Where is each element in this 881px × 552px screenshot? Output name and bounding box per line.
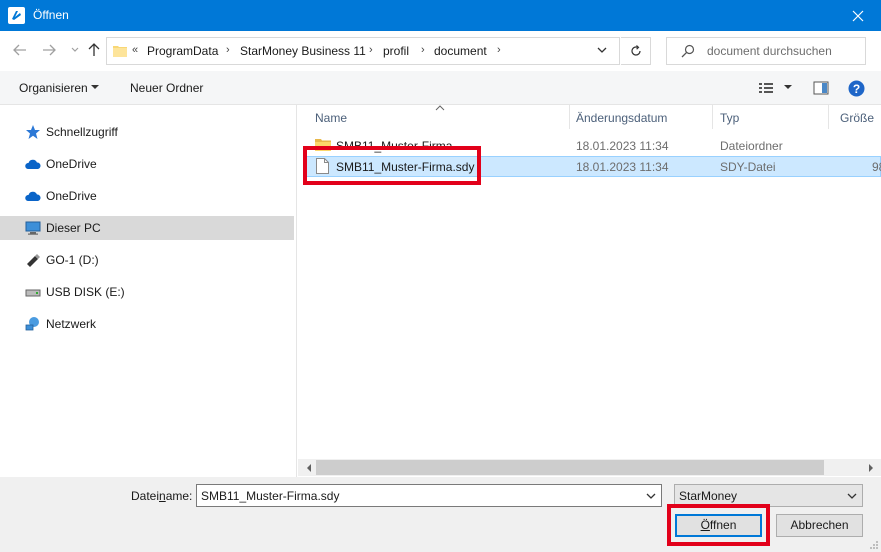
sidebar-item-label: OneDrive (46, 189, 97, 203)
sidebar-item-network[interactable]: Netzwerk (0, 312, 294, 336)
caret-left-icon (306, 463, 311, 472)
refresh-icon (630, 45, 641, 56)
folder-icon (113, 46, 127, 57)
column-header-type[interactable]: Typ (720, 105, 828, 129)
filename-label-accesskey: n (159, 489, 166, 503)
column-divider[interactable] (569, 105, 570, 129)
cloud-icon (25, 159, 41, 169)
recent-locations-button[interactable] (66, 41, 84, 59)
filename-label-text: Datei (131, 489, 160, 503)
breadcrumb-separator[interactable]: › (226, 44, 230, 56)
breadcrumb-separator[interactable]: › (369, 44, 373, 56)
sidebar-item-this-pc[interactable]: Dieser PC (0, 216, 294, 240)
filetype-value: StarMoney (679, 489, 738, 503)
scroll-thumb[interactable] (316, 460, 824, 475)
column-divider[interactable] (828, 105, 829, 129)
window-title: Öffnen (33, 8, 69, 22)
sidebar-item-label: Netzwerk (46, 317, 97, 331)
arrow-left-icon (13, 44, 26, 56)
view-options-icon[interactable] (758, 80, 774, 96)
organize-caret-icon[interactable] (91, 85, 99, 89)
column-divider[interactable] (712, 105, 713, 129)
column-header-label: Typ (720, 111, 740, 125)
breadcrumb-item[interactable]: document (434, 44, 487, 58)
resize-grip-icon[interactable] (869, 540, 879, 550)
back-button[interactable] (11, 41, 29, 59)
column-header-label: Änderungsdatum (576, 111, 668, 125)
filename-label: Dateiname: (131, 489, 192, 503)
sidebar-item-onedrive-2[interactable]: OneDrive (0, 184, 294, 208)
scroll-left-button[interactable] (300, 459, 317, 476)
breadcrumb-separator[interactable]: › (421, 44, 425, 56)
file-list: Name Änderungsdatum Typ Größe SMB11_Must… (298, 105, 881, 477)
app-logo-icon (8, 7, 25, 24)
scroll-right-button[interactable] (862, 459, 879, 476)
star-icon (26, 125, 40, 139)
breadcrumb-separator[interactable]: › (497, 44, 501, 56)
computer-icon (25, 221, 41, 235)
file-size: 98 (872, 160, 881, 174)
caret-right-icon (868, 463, 873, 472)
file-date: 18.01.2023 11:34 (576, 139, 669, 153)
column-header-name[interactable]: Name (315, 105, 569, 129)
new-folder-button[interactable]: Neuer Ordner (130, 81, 203, 95)
refresh-button[interactable] (621, 37, 651, 65)
chevron-down-icon (847, 493, 857, 499)
arrow-up-icon (88, 43, 100, 56)
file-type: SDY-Datei (720, 160, 776, 174)
sidebar-item-usb-disk[interactable]: USB DISK (E:) (0, 280, 294, 304)
sidebar-item-quick-access[interactable]: Schnellzugriff (0, 120, 294, 144)
column-header-date[interactable]: Änderungsdatum (576, 105, 712, 129)
arrow-right-icon (43, 44, 56, 56)
search-box[interactable]: document durchsuchen (666, 37, 866, 65)
chevron-down-icon[interactable] (597, 47, 607, 54)
sidebar-item-label: USB DISK (E:) (46, 285, 125, 299)
command-bar: Organisieren Neuer Ordner ? (0, 71, 881, 105)
preview-pane-icon[interactable] (813, 80, 829, 96)
filename-value: SMB11_Muster-Firma.sdy (201, 489, 340, 503)
breadcrumb-item[interactable]: StarMoney Business 11 (240, 44, 366, 58)
file-date: 18.01.2023 11:34 (576, 160, 669, 174)
address-bar[interactable]: « ProgramData › StarMoney Business 11 › … (106, 37, 620, 65)
chevron-down-icon[interactable] (646, 493, 656, 500)
usb-drive-icon (27, 254, 40, 267)
close-button[interactable] (835, 0, 881, 31)
chevron-down-icon (71, 47, 79, 52)
highlight-annotation-open (667, 504, 770, 546)
close-icon (852, 10, 864, 21)
forward-button[interactable] (40, 41, 58, 59)
network-icon (25, 317, 39, 331)
sidebar-item-go1-drive[interactable]: GO-1 (D:) (0, 248, 294, 272)
help-icon[interactable]: ? (848, 80, 865, 97)
breadcrumb-overflow[interactable]: « (132, 44, 138, 56)
view-options-caret-icon[interactable] (784, 85, 792, 89)
breadcrumb-item[interactable]: profil (383, 44, 409, 58)
filename-label-text: ame: (165, 489, 193, 503)
column-header-label: Name (315, 111, 348, 125)
highlight-annotation-file (303, 146, 481, 185)
removable-drive-icon (25, 289, 41, 297)
sidebar-item-label: Dieser PC (46, 221, 101, 235)
organize-button[interactable]: Organisieren (19, 81, 88, 95)
sidebar-item-label: Schnellzugriff (46, 125, 118, 139)
sidebar-item-onedrive[interactable]: OneDrive (0, 152, 294, 176)
search-icon (681, 44, 695, 58)
column-header-label: Größe (840, 111, 875, 125)
search-placeholder: document durchsuchen (707, 44, 832, 58)
svg-text:?: ? (853, 82, 860, 96)
navigation-pane: Schnellzugriff OneDrive OneDrive Dieser … (0, 105, 297, 477)
dialog-footer: Dateiname: SMB11_Muster-Firma.sdy StarMo… (0, 477, 881, 552)
cloud-icon (25, 191, 41, 201)
title-bar: Öffnen (0, 0, 881, 31)
file-type: Dateiordner (720, 139, 783, 153)
breadcrumb-item[interactable]: ProgramData (147, 44, 218, 58)
navigation-bar: « ProgramData › StarMoney Business 11 › … (0, 31, 881, 71)
up-button[interactable] (85, 41, 103, 59)
sidebar-item-label: OneDrive (46, 157, 97, 171)
horizontal-scrollbar[interactable] (298, 459, 881, 476)
sidebar-item-label: GO-1 (D:) (46, 253, 99, 267)
cancel-button[interactable]: Abbrechen (776, 514, 863, 537)
filename-field[interactable]: SMB11_Muster-Firma.sdy (196, 484, 662, 507)
column-header-size[interactable]: Größe (840, 105, 881, 129)
